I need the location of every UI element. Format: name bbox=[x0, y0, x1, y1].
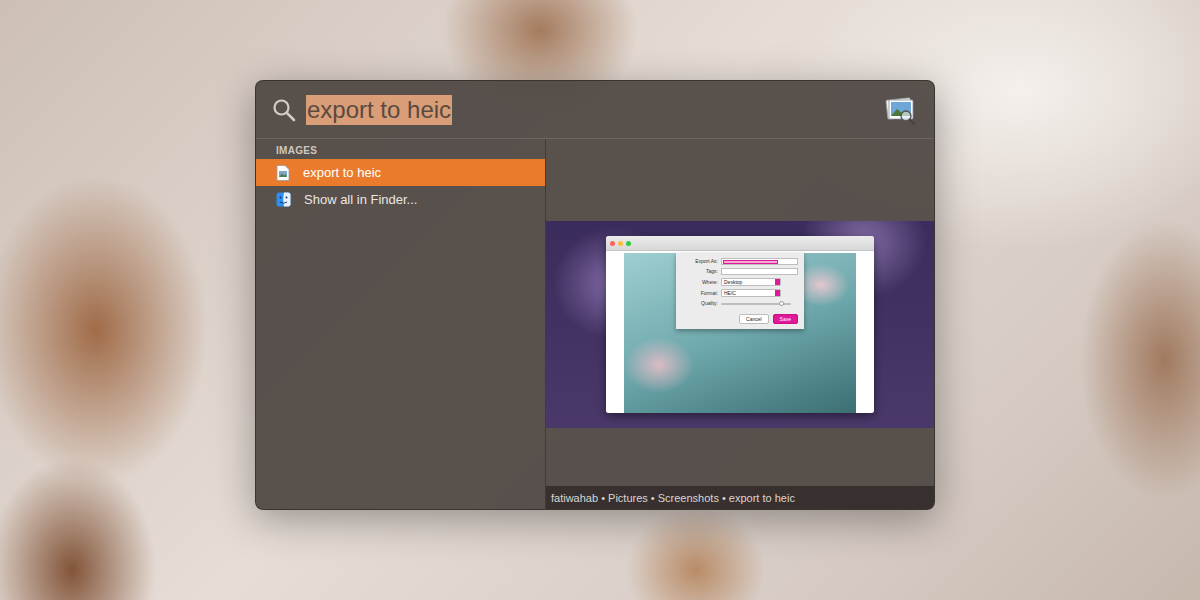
wallpaper-photo: export to heicIMAGESexport to heicShow a… bbox=[0, 0, 1200, 600]
minimize-button[interactable] bbox=[618, 241, 623, 246]
search-field[interactable]: export to heic bbox=[306, 95, 874, 125]
screenshot-preview: Export As:Tags:Where:DesktopFormat:HEICQ… bbox=[546, 221, 934, 428]
section-header: IMAGES bbox=[256, 143, 545, 159]
close-button[interactable] bbox=[610, 241, 615, 246]
dialog-row: Export As: bbox=[682, 258, 798, 265]
finder-icon bbox=[276, 192, 291, 207]
name-selection bbox=[723, 260, 778, 264]
blossom-photo: Export As:Tags:Where:DesktopFormat:HEICQ… bbox=[624, 253, 856, 413]
popup-button[interactable]: Desktop bbox=[721, 278, 781, 286]
dialog-label: Format: bbox=[682, 290, 718, 297]
slider-knob[interactable] bbox=[779, 301, 784, 306]
sheet-button[interactable]: Save bbox=[773, 314, 798, 324]
dialog-row: Tags: bbox=[682, 268, 798, 275]
search-query: export to heic bbox=[306, 95, 452, 125]
magnifier-icon bbox=[272, 98, 296, 122]
preview-app-icon bbox=[884, 94, 916, 126]
quality-slider[interactable] bbox=[721, 303, 791, 305]
sheet-button[interactable]: Cancel bbox=[739, 314, 769, 324]
result-row[interactable]: Show all in Finder... bbox=[256, 186, 545, 213]
preview-pane: Export As:Tags:Where:DesktopFormat:HEICQ… bbox=[545, 139, 934, 509]
dialog-label: Quality: bbox=[682, 300, 718, 307]
export-name-field[interactable] bbox=[721, 258, 798, 265]
dialog-row: Quality: bbox=[682, 300, 798, 307]
dialog-label: Export As: bbox=[682, 258, 718, 265]
tags-field[interactable] bbox=[721, 268, 798, 275]
popup-button[interactable]: HEIC bbox=[721, 289, 781, 297]
zoom-button[interactable] bbox=[626, 241, 631, 246]
spotlight-panel: export to heicIMAGESexport to heicShow a… bbox=[255, 80, 935, 510]
window-titlebar bbox=[606, 236, 874, 251]
window-content: Export As:Tags:Where:DesktopFormat:HEICQ… bbox=[606, 251, 874, 413]
result-row[interactable]: export to heic bbox=[256, 159, 545, 186]
popup-arrow bbox=[775, 290, 780, 296]
preview-window: Export As:Tags:Where:DesktopFormat:HEICQ… bbox=[606, 236, 874, 413]
sheet-buttons: Cancel Save bbox=[682, 310, 798, 324]
result-list: IMAGESexport to heicShow all in Finder..… bbox=[256, 139, 545, 509]
path-bar: fatiwahab • Pictures • Screenshots • exp… bbox=[546, 486, 934, 509]
image-file-icon bbox=[276, 165, 290, 181]
popup-arrow bbox=[775, 279, 780, 285]
dialog-label: Tags: bbox=[682, 268, 718, 275]
results-body: IMAGESexport to heicShow all in Finder..… bbox=[256, 139, 934, 509]
export-sheet: Export As:Tags:Where:DesktopFormat:HEICQ… bbox=[676, 253, 804, 329]
dialog-row: Format:HEIC bbox=[682, 289, 798, 297]
preview-area: Export As:Tags:Where:DesktopFormat:HEICQ… bbox=[546, 139, 934, 486]
search-bar: export to heic bbox=[256, 81, 934, 139]
dialog-row: Where:Desktop bbox=[682, 278, 798, 286]
dialog-label: Where: bbox=[682, 279, 718, 286]
